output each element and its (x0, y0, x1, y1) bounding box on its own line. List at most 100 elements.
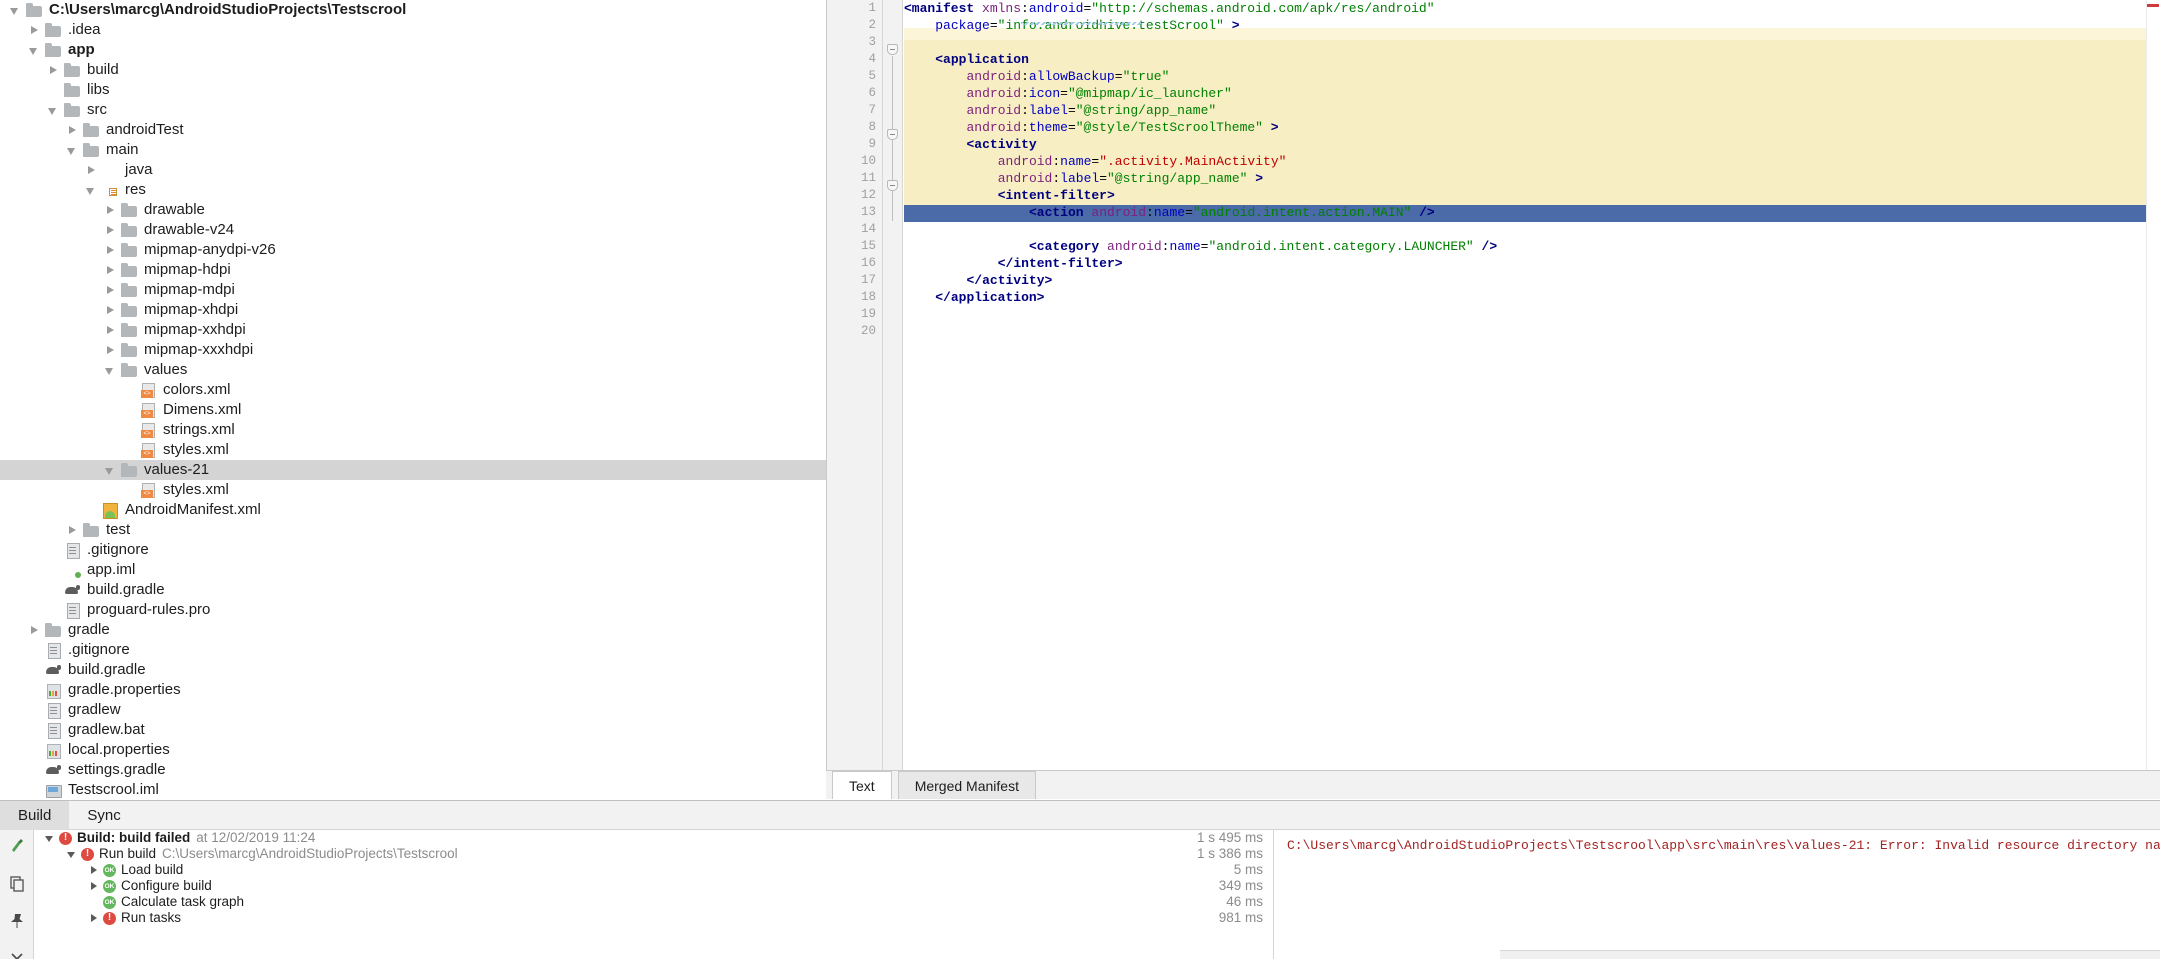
tree-item-androidmanifest-xml[interactable]: AndroidManifest.xml (0, 500, 826, 520)
chevron-down-icon[interactable] (8, 3, 22, 17)
fold-marker-intent-filter[interactable] (887, 180, 898, 191)
code-editor-pane[interactable]: 1 2 3 4 5 6 7 8 9 10 11 12 13 14 15 16 17 18 19 20 <manifes… (826, 0, 2160, 770)
chevron-right-icon[interactable] (27, 23, 41, 37)
chevron-right-icon[interactable] (88, 912, 100, 924)
pin-icon[interactable] (8, 912, 26, 930)
code-line[interactable]: android:allowBackup="true" (904, 68, 1170, 85)
tree-item-idea[interactable]: .idea (0, 20, 826, 40)
tree-item-res[interactable]: res (0, 180, 826, 200)
tree-item-build[interactable]: build (0, 60, 826, 80)
tree-item-mipmap-anydpi-v26[interactable]: mipmap-anydpi-v26 (0, 240, 826, 260)
chevron-right-icon[interactable] (103, 243, 117, 257)
tree-item-c-users-marcg-androidstudioprojects-testscrool[interactable]: C:\Users\marcg\AndroidStudioProjects\Tes… (0, 0, 826, 20)
tree-item-gradlew-bat[interactable]: gradlew.bat (0, 720, 826, 740)
tree-item-build-gradle[interactable]: build.gradle (0, 580, 826, 600)
tree-item-values[interactable]: values (0, 360, 826, 380)
tree-item-mipmap-xxxhdpi[interactable]: mipmap-xxxhdpi (0, 340, 826, 360)
tree-item-settings-gradle[interactable]: settings.gradle (0, 760, 826, 780)
chevron-right-icon[interactable] (103, 203, 117, 217)
code-line[interactable]: <intent-filter> (904, 187, 1115, 204)
tree-item-gitignore[interactable]: .gitignore (0, 640, 826, 660)
chevron-right-icon[interactable] (103, 303, 117, 317)
tab-text[interactable]: Text (832, 771, 892, 799)
chevron-right-icon[interactable] (103, 223, 117, 237)
chevron-down-icon[interactable] (65, 143, 79, 157)
code-text-area[interactable]: <manifest xmlns:android="http://schemas.… (904, 0, 2160, 770)
tab-sync[interactable]: Sync (69, 801, 138, 830)
tree-item-build-gradle[interactable]: build.gradle (0, 660, 826, 680)
tree-item-proguard-rules-pro[interactable]: proguard-rules.pro (0, 600, 826, 620)
chevron-down-icon[interactable] (84, 183, 98, 197)
tree-item-gradle-properties[interactable]: gradle.properties (0, 680, 826, 700)
code-line[interactable]: android:icon="@mipmap/ic_launcher" (904, 85, 1232, 102)
fold-marker-application[interactable] (887, 44, 898, 55)
code-line[interactable]: </intent-filter> (904, 255, 1123, 272)
code-line[interactable]: <activity (904, 136, 1037, 153)
build-panel-tabs[interactable]: Build Sync (0, 800, 2160, 830)
chevron-right-icon[interactable] (103, 283, 117, 297)
tree-item-mipmap-xhdpi[interactable]: mipmap-xhdpi (0, 300, 826, 320)
tree-item-libs[interactable]: libs (0, 80, 826, 100)
build-error-detail-pane[interactable]: C:\Users\marcg\AndroidStudioProjects\Tes… (1275, 830, 2160, 959)
tree-item-gitignore[interactable]: .gitignore (0, 540, 826, 560)
build-row-calculate-task-graph[interactable]: Calculate task graph 46 ms (34, 894, 1273, 910)
build-row-configure-build[interactable]: Configure build 349 ms (34, 878, 1273, 894)
tree-item-styles-xml[interactable]: <> styles.xml (0, 440, 826, 460)
build-row-load-build[interactable]: Load build 5 ms (34, 862, 1273, 878)
editor-error-stripe-bar[interactable] (2146, 0, 2160, 770)
code-line[interactable]: </activity> (904, 272, 1053, 289)
chevron-down-icon[interactable] (44, 832, 56, 844)
tree-item-mipmap-mdpi[interactable]: mipmap-mdpi (0, 280, 826, 300)
build-row-run-tasks[interactable]: Run tasks 981 ms (34, 910, 1273, 926)
chevron-down-icon[interactable] (66, 848, 78, 860)
editor-view-tabs[interactable]: Text Merged Manifest (826, 770, 2160, 799)
build-results-tree[interactable]: Build: build failed at 12/02/2019 11:24 1 … (34, 830, 1274, 959)
code-line[interactable]: </manifest> (904, 306, 990, 323)
code-line[interactable]: <application (904, 51, 1029, 68)
tree-item-local-properties[interactable]: local.properties (0, 740, 826, 760)
tree-item-src[interactable]: src (0, 100, 826, 120)
chevron-right-icon[interactable] (65, 123, 79, 137)
tree-item-testscrool-iml[interactable]: Testscrool.iml (0, 780, 826, 800)
chevron-right-icon[interactable] (88, 880, 100, 892)
tree-item-app[interactable]: app (0, 40, 826, 60)
code-line[interactable]: android:label="@string/app_name" (904, 102, 1217, 119)
tab-merged-manifest[interactable]: Merged Manifest (897, 771, 1036, 799)
chevron-right-icon[interactable] (103, 323, 117, 337)
chevron-down-icon[interactable] (46, 103, 60, 117)
build-row-run-build[interactable]: Run build C:\Users\marcg\AndroidStudioPro… (34, 846, 1273, 862)
tree-item-drawable[interactable]: drawable (0, 200, 826, 220)
chevron-right-icon[interactable] (46, 63, 60, 77)
tree-item-gradlew[interactable]: gradlew (0, 700, 826, 720)
chevron-right-icon[interactable] (103, 263, 117, 277)
tree-item-app-iml[interactable]: app.iml (0, 560, 826, 580)
close-icon[interactable] (8, 950, 26, 959)
tree-item-dimens-xml[interactable]: <> Dimens.xml (0, 400, 826, 420)
editor-fold-column[interactable] (883, 0, 903, 770)
tree-item-test[interactable]: test (0, 520, 826, 540)
build-panel-toolbar[interactable] (0, 830, 34, 959)
rerun-build-icon[interactable] (8, 836, 26, 854)
code-line[interactable]: <manifest xmlns:android="http://schemas.… (904, 0, 1435, 17)
code-line[interactable]: android:label="@string/app_name" > (904, 170, 1263, 187)
tree-item-java[interactable]: java (0, 160, 826, 180)
tree-item-mipmap-hdpi[interactable]: mipmap-hdpi (0, 260, 826, 280)
chevron-down-icon[interactable] (103, 363, 117, 377)
code-line[interactable]: <category android:name="android.intent.c… (904, 238, 1497, 255)
tree-item-main[interactable]: main (0, 140, 826, 160)
chevron-down-icon[interactable] (27, 43, 41, 57)
tab-build[interactable]: Build (0, 800, 70, 830)
code-line[interactable]: package="info.androidhive.testScrool" > (904, 17, 1239, 34)
chevron-right-icon[interactable] (84, 163, 98, 177)
tree-item-values-21[interactable]: values-21 (0, 460, 826, 480)
copy-icon[interactable] (8, 874, 26, 892)
chevron-right-icon[interactable] (103, 343, 117, 357)
fold-marker-activity[interactable] (887, 129, 898, 140)
tree-item-colors-xml[interactable]: <> colors.xml (0, 380, 826, 400)
project-tree-pane[interactable]: C:\Users\marcg\AndroidStudioProjects\Tes… (0, 0, 826, 800)
tree-item-gradle[interactable]: gradle (0, 620, 826, 640)
code-line[interactable]: android:theme="@style/TestScroolTheme" > (904, 119, 1279, 136)
build-row-build-build-failed[interactable]: Build: build failed at 12/02/2019 11:24 1 … (34, 830, 1273, 846)
chevron-down-icon[interactable] (103, 463, 117, 477)
chevron-right-icon[interactable] (27, 623, 41, 637)
